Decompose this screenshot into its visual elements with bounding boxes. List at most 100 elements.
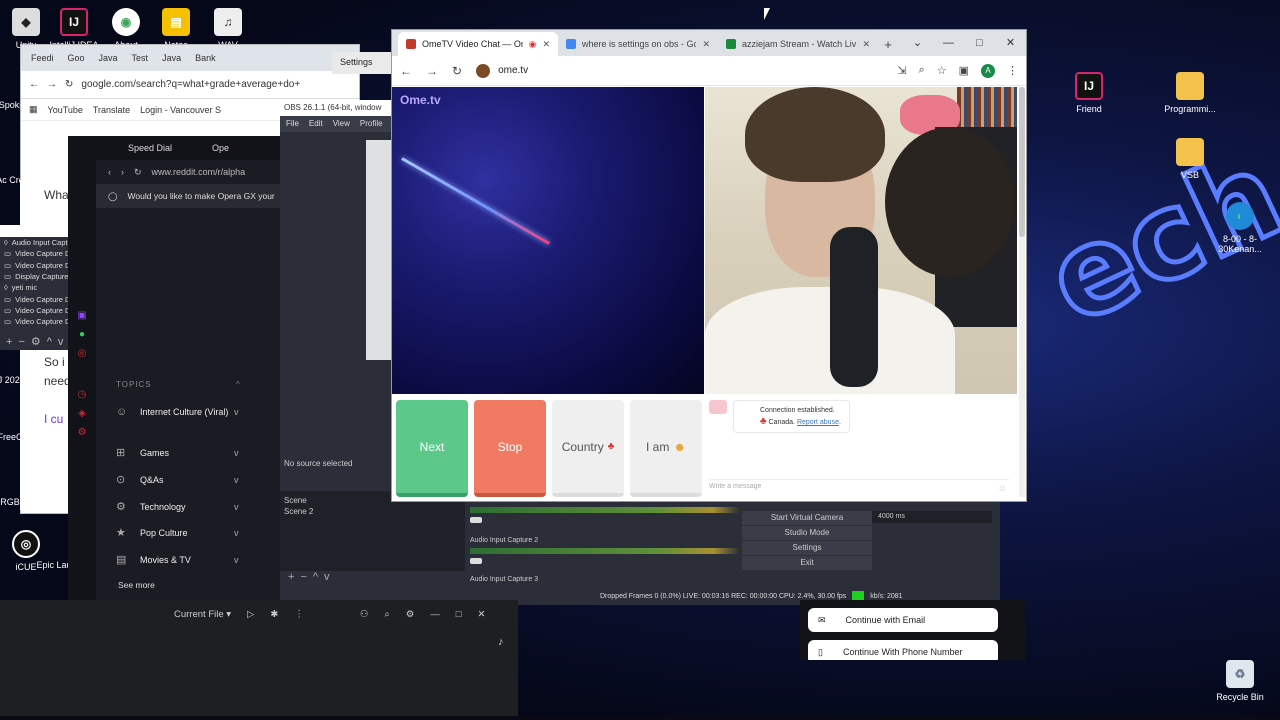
more-icon[interactable]: ⋮ [1007,64,1018,77]
next-button[interactable]: Next [396,400,468,497]
site-info-icon[interactable] [476,63,491,78]
more-icon[interactable]: ⋮ [294,609,304,620]
tab-google[interactable]: Goo [62,53,91,63]
forward-arrow-icon[interactable]: → [47,79,57,90]
debug-icon[interactable]: ✱ [270,609,278,620]
maximize-icon[interactable]: □ [456,609,462,620]
bookmark-youtube[interactable]: YouTube [48,105,83,115]
side-panel-icon[interactable]: ▣ [959,64,969,77]
volume-slider[interactable] [470,517,482,523]
bookmark-translate[interactable]: Translate [93,105,130,115]
opera-gx-window[interactable]: Speed Dial Ope ‹ › ↻ www.reddit.com/r/al… [68,136,280,601]
address-bar[interactable]: ← → ↻ google.com/search?q=what+grade+ave… [21,71,359,99]
run-configuration-dropdown[interactable]: Current File ▾ [174,609,231,620]
apps-grid-icon[interactable]: ▦ [29,104,38,115]
menu-view[interactable]: View [333,119,350,129]
desktop-icon-edge-shortcut[interactable]: ◐ 8-00 - 8-30Kenan... [1210,202,1270,254]
page-scrollbar[interactable] [1019,87,1025,497]
desktop-icon-friend[interactable]: IJ Friend [1059,72,1119,114]
volume-slider[interactable] [470,558,482,564]
url-text[interactable]: www.reddit.com/r/alpha [152,167,246,177]
exit-button[interactable]: Exit [742,556,872,570]
emoji-icon[interactable]: ☺ [998,483,1007,493]
reload-icon[interactable]: ↻ [452,64,462,78]
new-tab-button[interactable]: + [878,32,898,56]
install-app-icon[interactable]: ⇲ [897,64,906,77]
extensions-icon[interactable]: ◈ [68,408,96,419]
forward-arrow-icon[interactable]: → [426,64,438,78]
message-input[interactable]: Write a message [709,479,1009,493]
studio-mode-button[interactable]: Studio Mode [742,526,872,540]
scene-item[interactable]: Scene 2 [284,506,461,517]
back-arrow-icon[interactable]: ‹ [108,167,111,177]
add-icon[interactable]: + [6,336,18,348]
close-icon[interactable]: ✕ [477,609,485,620]
menu-profile[interactable]: Profile [360,119,383,129]
menu-edit[interactable]: Edit [309,119,323,129]
tab-google-obs[interactable]: where is settings on obs - Goo ✕ [558,32,718,56]
see-more-link[interactable]: See more [118,580,155,590]
start-virtual-camera-button[interactable]: Start Virtual Camera [742,511,872,525]
remove-icon[interactable]: − [18,336,30,348]
minimize-icon[interactable]: — [933,30,964,56]
settings-icon[interactable]: ⚙ [68,427,96,438]
continue-with-email-button[interactable]: ✉ Continue with Email [808,608,998,632]
tab-java[interactable]: Java [93,53,124,63]
topic-internet-culture[interactable]: ☺ Internet Culture (Viral) v [116,406,246,418]
desktop-icon-vsb[interactable]: ▬ VSB [1160,138,1220,180]
address-bar[interactable]: ome.tv [476,63,883,78]
settings-button[interactable]: Settings [742,541,872,555]
twitch-icon[interactable]: ▣ [68,310,96,321]
reload-icon[interactable]: ↻ [134,167,142,178]
maximize-icon[interactable]: □ [964,30,995,56]
obs-main-window[interactable]: OBS 26.1.1 (64-bit, window File Edit Vie… [280,100,392,510]
delay-input[interactable]: 4000 ms [872,511,992,523]
url-text[interactable]: google.com/search?q=what+grade+average+d… [81,79,300,90]
chevron-down-icon[interactable]: ⌄ [902,30,933,56]
gear-icon[interactable]: ⚙ [31,336,47,348]
close-tab-icon[interactable]: ✕ [702,39,710,50]
topic-technology[interactable]: ⚙ Technology v [116,500,246,513]
tab-ometv[interactable]: OmeTV Video Chat — Ome ◉ ✕ [398,32,558,56]
ide-window-bottom[interactable]: Current File ▾ ▷ ✱ ⋮ ⚇ ⌕ ⚙ — □ ✕ ♪ [0,600,518,720]
notifications-bell-icon[interactable]: ♪ [498,636,504,648]
tab-java-2[interactable]: Java [156,53,187,63]
tab-bank[interactable]: Bank [189,53,222,63]
menu-file[interactable]: File [286,119,299,129]
back-arrow-icon[interactable]: ← [400,64,412,78]
stop-button[interactable]: Stop [474,400,546,497]
run-icon[interactable]: ▷ [247,609,254,620]
address-bar[interactable]: ‹ › ↻ www.reddit.com/r/alpha [68,160,280,184]
obs-settings-window-title[interactable]: Settings [332,52,392,74]
reload-icon[interactable]: ↻ [65,79,73,90]
forward-arrow-icon[interactable]: › [121,167,124,177]
report-abuse-link[interactable]: Report abuse [797,419,839,426]
result-link[interactable]: I cu [44,412,63,426]
tab-opera[interactable]: Ope [212,143,229,153]
topic-movies-tv[interactable]: ▤ Movies & TV v [116,553,246,566]
topic-pop-culture[interactable]: ★ Pop Culture v [116,526,246,539]
move-down-icon[interactable]: v [324,571,336,583]
tab-speed-dial[interactable]: Speed Dial [128,143,172,153]
search-icon[interactable]: ⌕ [384,609,389,620]
bookmark-login[interactable]: Login - Vancouver S [140,105,221,115]
close-tab-icon[interactable]: ✕ [862,39,870,50]
desktop-icon-recycle-bin[interactable]: ♻ Recycle Bin [1210,660,1270,702]
close-tab-icon[interactable]: ✕ [542,39,550,50]
scrollbar-thumb[interactable] [1019,87,1025,237]
bookmark-star-icon[interactable]: ☆ [937,64,947,77]
profile-avatar[interactable]: A [981,63,995,78]
gear-icon[interactable]: ⚙ [406,609,415,620]
tab-feed[interactable]: Feedi [25,53,60,63]
move-up-icon[interactable]: ^ [47,336,58,348]
add-user-icon[interactable]: ⚇ [360,609,369,620]
chrome-ometv-window[interactable]: OmeTV Video Chat — Ome ◉ ✕ where is sett… [391,29,1027,502]
continue-with-phone-button[interactable]: ▯ Continue With Phone Number [808,640,998,660]
country-button[interactable]: Country ♣ [552,400,624,497]
desktop-icon-programming[interactable]: ▬ Programmi... [1160,72,1220,114]
topic-games[interactable]: ⊞ Games v [116,446,246,459]
tab-test[interactable]: Test [126,53,155,63]
move-up-icon[interactable]: ^ [313,571,324,583]
tab-kick-stream[interactable]: azziejam Stream - Watch Live o ✕ [718,32,878,56]
close-icon[interactable]: ✕ [995,30,1026,56]
